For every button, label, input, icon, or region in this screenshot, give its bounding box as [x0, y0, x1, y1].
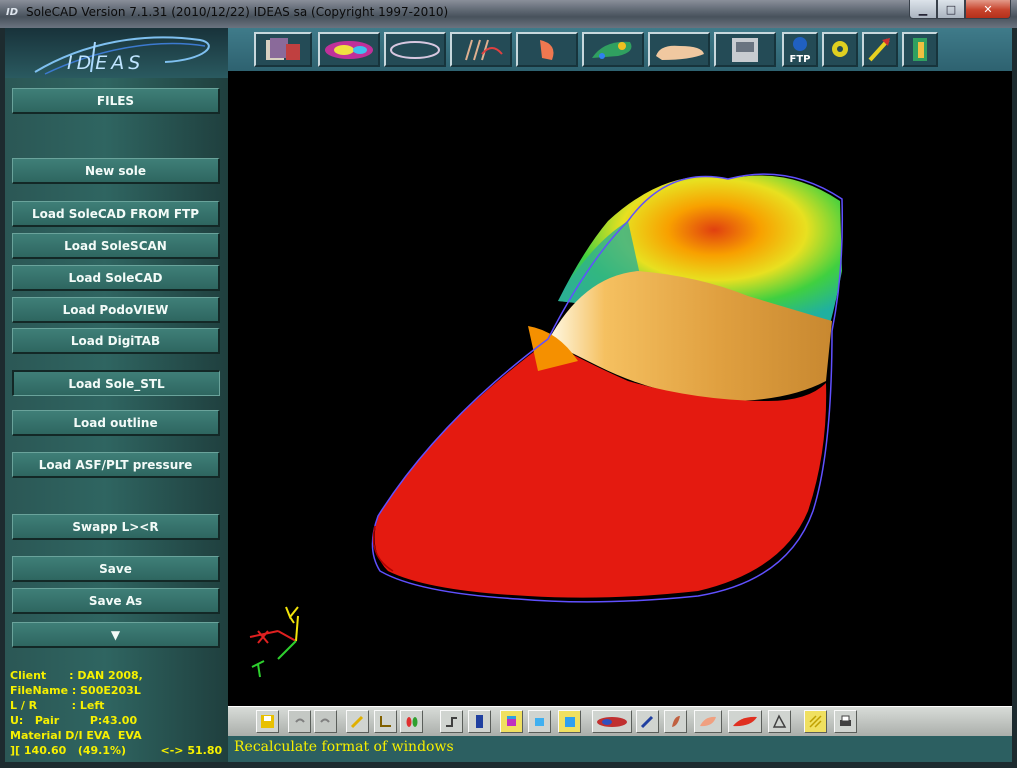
minimize-button[interactable]: ▁: [909, 0, 937, 19]
load-solecad-button[interactable]: Load SoleCAD: [12, 265, 220, 291]
pressure-icon[interactable]: [592, 710, 632, 733]
angle-icon[interactable]: [374, 710, 397, 733]
title-bar: ID SoleCAD Version 7.1.31 (2010/12/22) I…: [0, 0, 1017, 28]
profile-icon[interactable]: [440, 710, 463, 733]
main-toolbar: FTP: [228, 28, 1012, 71]
logo-text: IDEAS: [67, 52, 145, 74]
box-color-icon[interactable]: [500, 710, 523, 733]
status-bar: Recalculate format of windows: [228, 736, 1012, 762]
axis-gizmo: [249, 606, 299, 678]
close-button[interactable]: ✕: [965, 0, 1011, 19]
maximize-button[interactable]: □: [937, 0, 965, 19]
column-icon[interactable]: [468, 710, 491, 733]
swap-left-right-button[interactable]: Swapp L><R: [12, 514, 220, 540]
settings-icon[interactable]: [822, 32, 858, 67]
3d-viewport[interactable]: [228, 71, 1012, 706]
sole-3d-model[interactable]: [228, 71, 1012, 706]
new-sole-button[interactable]: New sole: [12, 158, 220, 184]
outline-icon[interactable]: [384, 32, 446, 67]
files-header-button[interactable]: FILES: [12, 88, 220, 114]
sole-3d-icon[interactable]: [582, 32, 644, 67]
box-solid-icon[interactable]: [558, 710, 581, 733]
save-as-button[interactable]: Save As: [12, 588, 220, 614]
file-info-panel: Client : DAN 2008, FileName : S00E203L L…: [10, 668, 226, 758]
foot-icon[interactable]: [648, 32, 710, 67]
side-info: L / R : Left: [10, 699, 105, 712]
sole-top-icon[interactable]: [694, 710, 722, 733]
window-controls: ▁ □ ✕: [909, 0, 1011, 20]
load-solescan-button[interactable]: Load SoleSCAN: [12, 233, 220, 259]
load-sole-stl-button[interactable]: Load Sole_STL: [12, 370, 220, 396]
load-solecad-ftp-button[interactable]: Load SoleCAD FROM FTP: [12, 201, 220, 227]
more-options-button[interactable]: ▼: [12, 622, 220, 648]
scan-icon[interactable]: [450, 32, 512, 67]
app-icon: ID: [6, 7, 19, 18]
redo-icon[interactable]: [314, 710, 337, 733]
milling-machine-icon[interactable]: [714, 32, 776, 67]
filename-info: FileName : S00E203L: [10, 684, 141, 697]
status-message: Recalculate format of windows: [234, 739, 454, 755]
save-button[interactable]: Save: [12, 556, 220, 582]
footprint-icon[interactable]: [400, 710, 423, 733]
ftp-icon[interactable]: FTP: [782, 32, 818, 67]
save-icon[interactable]: [256, 710, 279, 733]
brush-icon[interactable]: [636, 710, 659, 733]
edit-arrow-icon[interactable]: [862, 32, 898, 67]
undo-icon[interactable]: [288, 710, 311, 733]
window-title: SoleCAD Version 7.1.31 (2010/12/22) IDEA…: [26, 5, 449, 19]
print-icon[interactable]: [834, 710, 857, 733]
pair-info: U: Pair P:43.00: [10, 714, 138, 727]
load-outline-button[interactable]: Load outline: [12, 410, 220, 436]
grid-icon[interactable]: [804, 710, 827, 733]
sole-side-icon[interactable]: [664, 710, 687, 733]
client-info: Client : DAN 2008,: [10, 669, 143, 682]
load-asf-plt-pressure-button[interactable]: Load ASF/PLT pressure: [12, 452, 220, 478]
pressure-map-icon[interactable]: [318, 32, 380, 67]
pencil-icon[interactable]: [346, 710, 369, 733]
material-info: Material D/I EVA EVA: [10, 729, 142, 742]
ftp-label: FTP: [790, 54, 811, 65]
load-digitab-button[interactable]: Load DigiTAB: [12, 328, 220, 354]
dimensions-info: ][ 140.60 (49.1%) <-> 51.80: [10, 744, 223, 757]
box-wire-icon[interactable]: [528, 710, 551, 733]
sole-red-icon[interactable]: [728, 710, 762, 733]
heel-icon[interactable]: [516, 32, 578, 67]
load-podoview-button[interactable]: Load PodoVIEW: [12, 297, 220, 323]
file-stack-icon[interactable]: [254, 32, 312, 67]
logo: IDEAS: [5, 28, 228, 78]
exit-door-icon[interactable]: [902, 32, 938, 67]
measure-icon[interactable]: [768, 710, 791, 733]
bottom-toolbar: [228, 706, 1012, 737]
